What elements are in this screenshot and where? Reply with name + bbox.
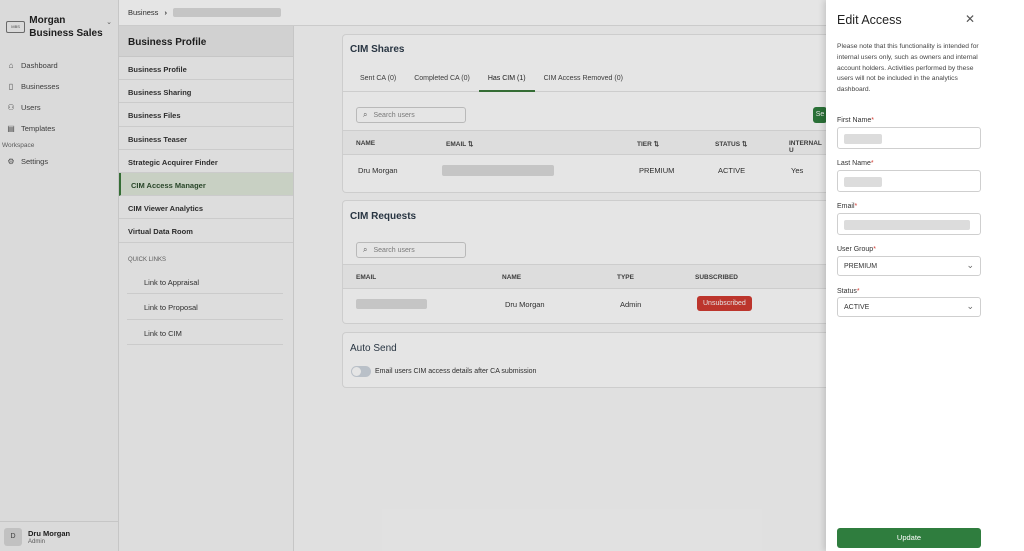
email-label: Email* [837,203,858,210]
update-button[interactable]: Update [837,528,981,548]
user-group-select[interactable]: PREMIUM ⌄ [837,256,981,276]
close-icon[interactable]: ✕ [965,12,975,26]
status-label: Status* [837,288,860,295]
user-group-value: PREMIUM [844,263,878,270]
edit-access-panel: Edit Access ✕ Please note that this func… [826,0,1024,551]
last-name-redacted [844,177,882,187]
app-root: MBS Morgan Business Sales ⌄ ⌂ Dashboard … [0,0,1024,551]
email-field[interactable] [837,213,981,235]
modal-backdrop[interactable] [0,0,826,551]
chevron-down-icon: ⌄ [966,260,974,270]
panel-note: Please note that this functionality is i… [837,43,979,94]
first-name-label: First Name* [837,117,874,124]
email-redacted [844,220,970,230]
chevron-down-icon: ⌄ [966,301,974,311]
user-group-label: User Group* [837,246,876,253]
first-name-redacted [844,134,882,144]
first-name-field[interactable] [837,127,981,149]
last-name-field[interactable] [837,170,981,192]
last-name-label: Last Name* [837,160,874,167]
status-select[interactable]: ACTIVE ⌄ [837,297,981,317]
status-value: ACTIVE [844,304,870,311]
panel-title: Edit Access [837,13,902,27]
